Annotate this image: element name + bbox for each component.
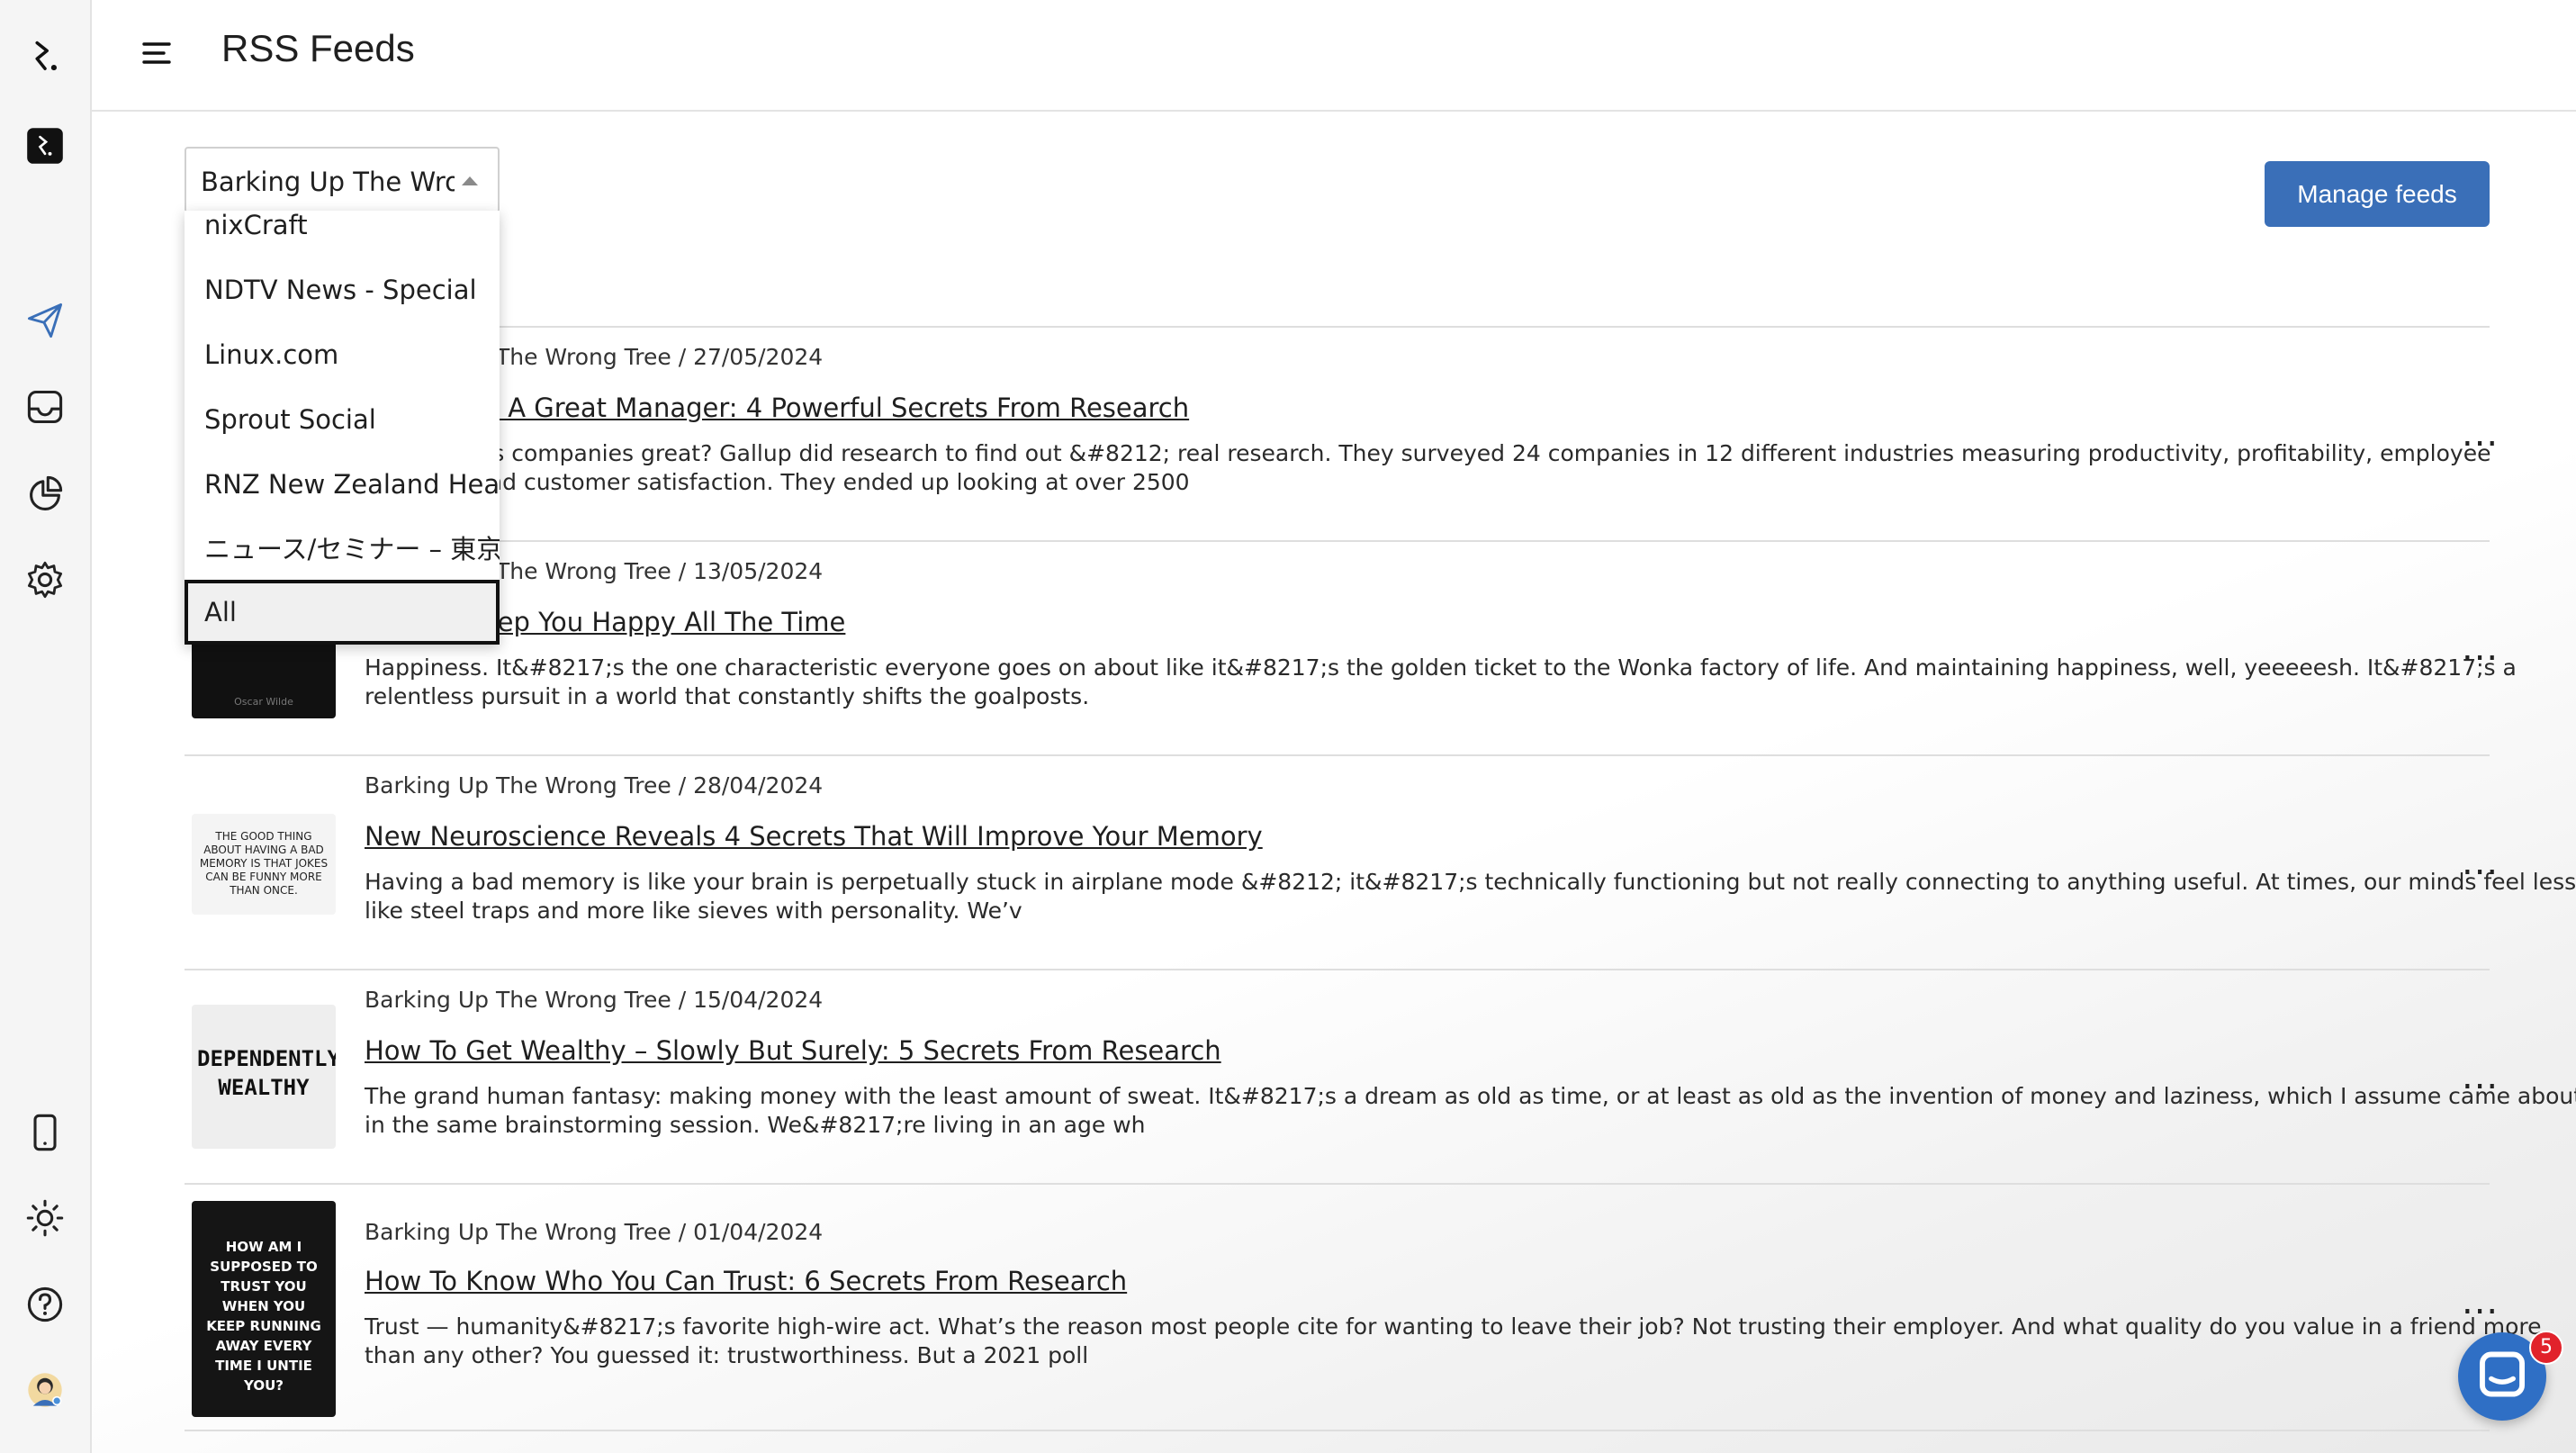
more-options-icon[interactable]: ... (2462, 630, 2499, 666)
feed-filter-value: Barking Up The Wrong Tree (201, 167, 455, 197)
inbox-icon[interactable] (20, 382, 70, 432)
dropdown-option[interactable]: ニュース/セミナー – 東京 (185, 517, 500, 582)
dropdown-option[interactable]: Linux.com (185, 322, 500, 387)
feed-description: Happiness. It&#8217;s the one characteri… (365, 654, 2517, 709)
mobile-icon-graphic (33, 1114, 57, 1151)
manage-feeds-button[interactable]: Manage feeds (2265, 161, 2490, 227)
settings-icon-graphic (27, 561, 63, 599)
analytics-icon[interactable] (20, 468, 70, 519)
thumbnail-text: Oscar Wilde (234, 696, 293, 708)
send-icon-graphic (27, 302, 63, 338)
feed-description: What makes companies great? Gallup did r… (365, 440, 2491, 495)
feed-filter-dropdown: nixCraft NDTV News - Special Linux.com S… (185, 211, 500, 645)
analytics-icon-graphic (30, 475, 63, 510)
more-options-icon[interactable]: ... (2462, 416, 2499, 452)
mobile-icon[interactable] (20, 1107, 70, 1158)
help-icon-graphic (27, 1286, 63, 1322)
user-avatar[interactable] (20, 1365, 70, 1415)
settings-icon[interactable] (20, 555, 70, 605)
thumbnail-text: HOW AM I SUPPOSED TO TRUST YOU WHEN YOU … (206, 1239, 321, 1394)
feed-item[interactable]: DEPENDENTLY WEALTHY Barking Up The Wrong… (185, 970, 2576, 1183)
menu-icon[interactable] (139, 36, 175, 72)
more-options-icon[interactable]: ... (2462, 1059, 2499, 1095)
top-header: RSS Feeds (92, 0, 2576, 112)
feed-item[interactable]: Barking Up The Wrong Tree / 27/05/2024 H… (185, 328, 2498, 540)
feed-title[interactable]: How To Know Who You Can Trust: 6 Secrets… (365, 1266, 1127, 1296)
feed-filter-select[interactable]: Barking Up The Wrong Tree (185, 147, 500, 213)
terminal-icon[interactable] (20, 121, 70, 171)
feed-title[interactable]: New Neuroscience Reveals 4 Secrets That … (365, 821, 1263, 852)
dropdown-option[interactable]: NDTV News - Special (185, 257, 500, 322)
dropdown-option[interactable]: Sprout Social (185, 387, 500, 452)
thumbnail-text: DEPENDENTLY WEALTHY (197, 1046, 336, 1100)
feed-thumbnail: THE GOOD THING ABOUT HAVING A BAD MEMORY… (192, 814, 336, 915)
feed-description: Trust — humanity&#8217;s favorite high-w… (365, 1313, 2542, 1368)
sidebar (0, 0, 92, 1453)
inbox-icon-graphic (27, 390, 63, 424)
more-options-icon[interactable]: ... (2462, 1284, 2499, 1320)
sun-icon-graphic (26, 1199, 64, 1237)
feed-item[interactable]: Oscar Wilde Barking Up The Wrong Tree / … (185, 542, 2517, 754)
caret-up-icon (462, 176, 478, 185)
notification-badge: 5 (2529, 1331, 2563, 1365)
help-icon[interactable] (20, 1279, 70, 1330)
feed-thumbnail: DEPENDENTLY WEALTHY (192, 1005, 336, 1149)
feed-item[interactable]: HOW AM I SUPPOSED TO TRUST YOU WHEN YOU … (185, 1185, 2542, 1417)
sun-icon[interactable] (20, 1193, 70, 1243)
feed-item[interactable]: THE GOOD THING ABOUT HAVING A BAD MEMORY… (185, 756, 2576, 969)
send-icon[interactable] (20, 295, 70, 346)
dropdown-option[interactable]: nixCraft (185, 211, 500, 257)
feed-thumbnail: HOW AM I SUPPOSED TO TRUST YOU WHEN YOU … (192, 1201, 336, 1417)
thumbnail-text: THE GOOD THING ABOUT HAVING A BAD MEMORY… (199, 830, 329, 897)
page-title: RSS Feeds (221, 27, 415, 69)
feed-description: Having a bad memory is like your brain i… (365, 869, 2576, 924)
feed-meta: Barking Up The Wrong Tree / 15/04/2024 (365, 987, 824, 1013)
more-options-icon[interactable]: ... (2462, 844, 2499, 880)
dropdown-option[interactable]: RNZ New Zealand Headlines (185, 452, 500, 517)
logo-icon-graphic (35, 41, 57, 71)
menu-icon-graphic (142, 42, 171, 64)
list-divider (185, 1430, 2490, 1431)
feed-description: The grand human fantasy: making money wi… (365, 1083, 2576, 1138)
user-avatar-graphic (28, 1373, 62, 1407)
logo-icon[interactable] (20, 32, 70, 82)
feed-title[interactable]: How To Get Wealthy – Slowly But Surely: … (365, 1035, 1221, 1066)
feed-meta: Barking Up The Wrong Tree / 28/04/2024 (365, 772, 824, 799)
feed-meta: Barking Up The Wrong Tree / 01/04/2024 (365, 1219, 824, 1245)
terminal-icon-graphic (27, 128, 63, 164)
dropdown-option-all[interactable]: All (185, 580, 500, 645)
